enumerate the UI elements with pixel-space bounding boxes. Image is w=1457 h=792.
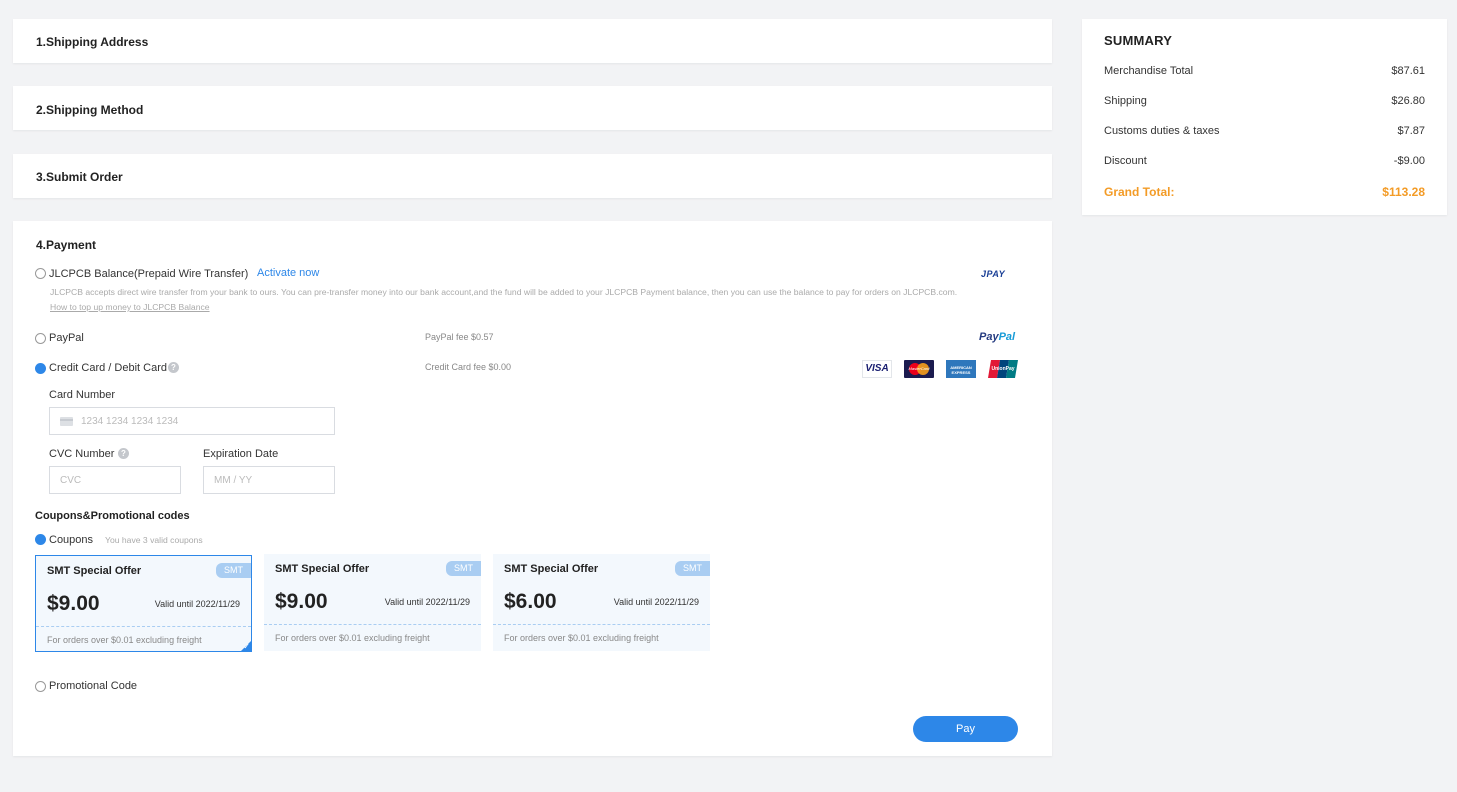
summary-row-shipping: Shipping $26.80 — [1104, 95, 1425, 107]
shipping-method-section[interactable]: 2.Shipping Method — [13, 86, 1052, 130]
card-number-label: Card Number — [49, 389, 116, 401]
submit-order-title[interactable]: 3.Submit Order — [36, 170, 123, 184]
summary-row-merchandise: Merchandise Total $87.61 — [1104, 65, 1425, 77]
coupon-tag: SMT — [216, 563, 251, 578]
credit-card-icon — [60, 417, 73, 426]
summary-label: Merchandise Total — [1104, 65, 1194, 77]
visa-logo: VISA — [862, 360, 892, 378]
cvc-help-icon[interactable]: ? — [118, 448, 129, 459]
grand-total-value: $113.28 — [1382, 185, 1425, 199]
coupon-amount: $9.00 — [47, 592, 100, 615]
summary-row-customs: Customs duties & taxes $7.87 — [1104, 125, 1425, 137]
coupon-divider — [493, 624, 710, 625]
coupon-card[interactable]: SMT Special Offer SMT $6.00 Valid until … — [493, 554, 710, 651]
coupon-valid-date: Valid until 2022/11/29 — [154, 599, 240, 609]
paypal-label[interactable]: PayPal — [49, 332, 84, 344]
card-radio[interactable] — [35, 363, 46, 374]
balance-radio[interactable] — [35, 268, 46, 279]
card-number-wrapper — [49, 407, 335, 435]
payment-section: 4.Payment JLCPCB Balance(Prepaid Wire Tr… — [13, 221, 1052, 756]
coupon-divider — [36, 626, 251, 627]
balance-description: JLCPCB accepts direct wire transfer from… — [50, 287, 958, 297]
coupons-label[interactable]: Coupons — [49, 534, 93, 546]
summary-title: SUMMARY — [1104, 33, 1173, 48]
summary-value: -$9.00 — [1393, 155, 1425, 167]
coupon-amount: $6.00 — [504, 590, 557, 613]
order-summary: SUMMARY Merchandise Total $87.61 Shippin… — [1082, 19, 1447, 215]
coupon-divider — [264, 624, 481, 625]
summary-value: $87.61 — [1391, 65, 1425, 77]
submit-order-section[interactable]: 3.Submit Order — [13, 154, 1052, 198]
grand-total-label: Grand Total: — [1104, 185, 1175, 199]
unionpay-logo: UnionPay — [988, 360, 1018, 378]
shipping-address-section[interactable]: 1.Shipping Address — [13, 19, 1052, 63]
coupon-card[interactable]: SMT Special Offer SMT $9.00 Valid until … — [35, 555, 252, 652]
expiry-input[interactable] — [203, 466, 335, 494]
shipping-address-title[interactable]: 1.Shipping Address — [36, 35, 148, 49]
coupon-valid-date: Valid until 2022/11/29 — [384, 597, 470, 607]
coupon-tag: SMT — [446, 561, 481, 576]
coupon-amount: $9.00 — [275, 590, 328, 613]
payment-title: 4.Payment — [36, 238, 97, 252]
summary-label: Customs duties & taxes — [1104, 125, 1220, 137]
summary-label: Discount — [1104, 155, 1147, 167]
coupon-condition: For orders over $0.01 excluding freight — [275, 633, 430, 643]
cvc-label: CVC Number — [49, 448, 115, 460]
summary-row-discount: Discount -$9.00 — [1104, 155, 1425, 167]
card-label[interactable]: Credit Card / Debit Card — [49, 362, 167, 374]
coupon-card[interactable]: SMT Special Offer SMT $9.00 Valid until … — [264, 554, 481, 651]
coupon-title: SMT Special Offer — [47, 565, 142, 577]
card-help-icon[interactable]: ? — [168, 362, 179, 373]
coupons-radio[interactable] — [35, 534, 46, 545]
checkmark-icon: ✓ — [243, 642, 250, 651]
card-number-input[interactable] — [49, 407, 335, 435]
cvc-input[interactable] — [49, 466, 181, 494]
coupon-tag: SMT — [675, 561, 710, 576]
card-fee: Credit Card fee $0.00 — [425, 362, 512, 372]
promo-code-radio[interactable] — [35, 681, 46, 692]
jpay-logo: JPAY — [981, 269, 1006, 279]
amex-logo: AMERICAN EXPRESS — [946, 360, 976, 378]
summary-label: Shipping — [1104, 95, 1147, 107]
coupons-title: Coupons&Promotional codes — [35, 510, 190, 522]
paypal-fee: PayPal fee $0.57 — [425, 332, 494, 342]
summary-value: $7.87 — [1397, 125, 1425, 137]
pay-button[interactable]: Pay — [913, 716, 1018, 742]
promo-code-label[interactable]: Promotional Code — [49, 680, 137, 692]
summary-value: $26.80 — [1391, 95, 1425, 107]
coupon-condition: For orders over $0.01 excluding freight — [504, 633, 659, 643]
coupon-condition: For orders over $0.01 excluding freight — [47, 635, 202, 645]
coupon-title: SMT Special Offer — [275, 563, 370, 575]
expiry-label: Expiration Date — [203, 448, 279, 460]
coupons-hint: You have 3 valid coupons — [105, 535, 203, 545]
shipping-method-title[interactable]: 2.Shipping Method — [36, 103, 143, 117]
top-up-help-link[interactable]: How to top up money to JLCPCB Balance — [50, 302, 210, 312]
paypal-logo: PayPal — [979, 331, 1016, 343]
activate-now-link[interactable]: Activate now — [257, 267, 319, 279]
coupon-valid-date: Valid until 2022/11/29 — [613, 597, 699, 607]
summary-grand-total: Grand Total: $113.28 — [1104, 185, 1425, 199]
mastercard-logo: MasterCard — [904, 360, 934, 378]
paypal-radio[interactable] — [35, 333, 46, 344]
balance-label[interactable]: JLCPCB Balance(Prepaid Wire Transfer) — [49, 268, 248, 280]
coupon-title: SMT Special Offer — [504, 563, 599, 575]
